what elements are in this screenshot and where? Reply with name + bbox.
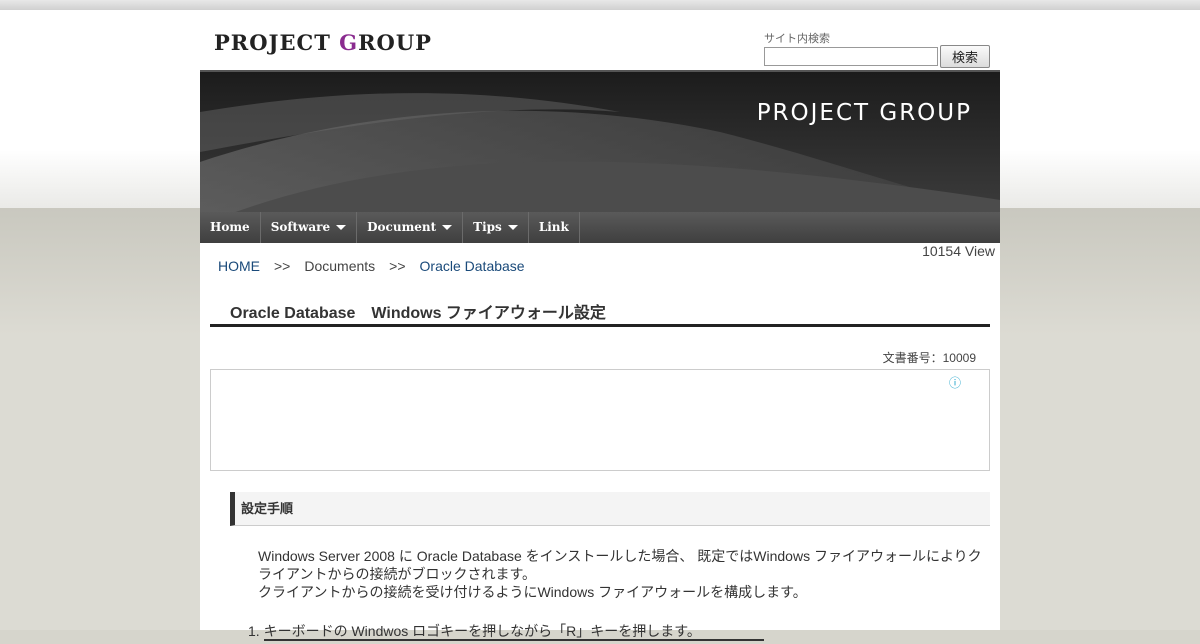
nav-label: Link <box>538 220 569 234</box>
caret-down-icon <box>507 225 518 230</box>
banner-title: PROJECT GROUP <box>756 100 972 126</box>
nav-item-tips[interactable]: Tips <box>463 212 529 243</box>
nav-item-document[interactable]: Document <box>357 212 464 243</box>
breadcrumb-documents: Documents <box>304 258 376 274</box>
search-label: サイト内検索 <box>764 33 830 45</box>
site-logo[interactable]: PROJECT GROUP <box>214 30 432 55</box>
nav-label: Software <box>270 220 331 234</box>
section-heading: 設定手順 <box>230 492 990 526</box>
main-content: 10154 View HOME >> Documents >> Oracle Datab… <box>200 243 1000 641</box>
nav-item-software[interactable]: Software <box>261 212 358 243</box>
info-icon[interactable]: ⓘ <box>949 377 961 389</box>
page-container: PROJECT GROUP サイト内検索 検索 PROJECT GROUP Ho… <box>200 10 1000 641</box>
logo-accent-letter: G <box>339 30 359 55</box>
breadcrumb-separator: >> <box>389 258 406 274</box>
nav-label: Tips <box>473 220 502 234</box>
main-nav: Home Software Document Tips Link <box>200 212 1000 243</box>
banner-swoosh-graphic <box>200 72 1000 214</box>
caret-down-icon <box>442 225 453 230</box>
nav-item-link[interactable]: Link <box>529 212 580 243</box>
nav-label: Home <box>210 220 250 234</box>
paragraph-line: クライアントからの接続を受け付けるようにWindows ファイアウォールを構成し… <box>258 584 807 600</box>
screenshot-image-edge <box>264 639 764 644</box>
paragraph-line: Windows Server 2008 に Oracle Database をイ… <box>258 548 982 582</box>
search-button[interactable]: 検索 <box>940 45 990 68</box>
intro-paragraph: Windows Server 2008 に Oracle Database をイ… <box>258 547 988 601</box>
ad-box: ⓘ <box>210 369 990 471</box>
nav-item-home[interactable]: Home <box>200 212 261 243</box>
logo-text-rest: ROUP <box>358 30 432 55</box>
caret-down-icon <box>336 225 347 230</box>
breadcrumb-separator: >> <box>274 258 291 274</box>
step-1: 1. キーボードの Windwos ロゴキーを押しながら「R」キーを押します。 <box>248 623 701 639</box>
header-banner: PROJECT GROUP <box>200 70 1000 214</box>
breadcrumb: HOME >> Documents >> Oracle Database <box>218 258 525 274</box>
search-input[interactable] <box>764 47 938 66</box>
document-number: 文書番号：10009 <box>882 351 976 365</box>
nav-label: Document <box>367 220 437 234</box>
breadcrumb-home-link[interactable]: HOME <box>218 258 260 274</box>
breadcrumb-current-link[interactable]: Oracle Database <box>420 258 525 274</box>
view-count: 10154 View <box>922 243 995 259</box>
page-title: Oracle Database Windows ファイアウォール設定 <box>210 299 990 327</box>
logo-text: PROJECT <box>214 30 340 55</box>
